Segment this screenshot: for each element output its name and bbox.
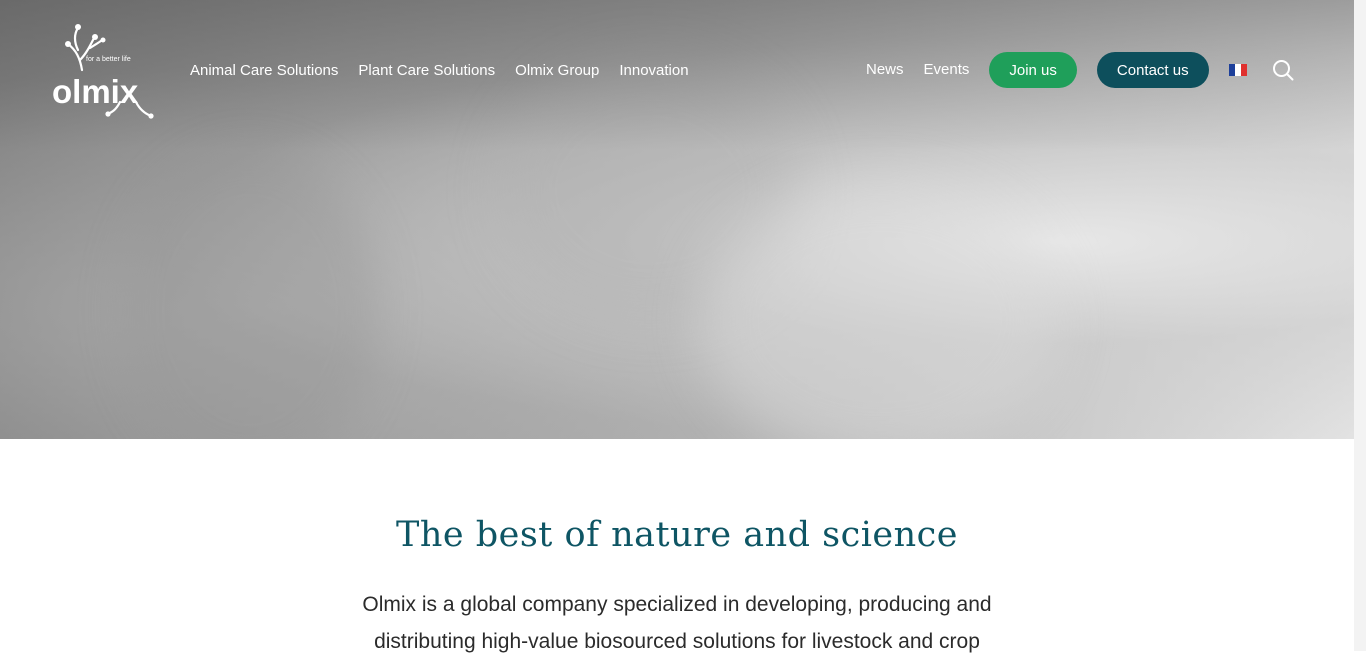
nav-innovation[interactable]: Innovation <box>619 60 688 82</box>
intro-paragraph: Olmix is a global company specialized in… <box>362 593 992 653</box>
page-scrollbar[interactable] <box>1354 0 1366 651</box>
nav-events[interactable]: Events <box>924 59 970 81</box>
join-us-button[interactable]: Join us <box>989 52 1077 88</box>
flag-fr-icon[interactable] <box>1228 64 1247 76</box>
secondary-nav: News Events Join us Contact us <box>866 52 1294 88</box>
nav-news[interactable]: News <box>866 59 904 81</box>
nav-animal-care-solutions[interactable]: Animal Care Solutions <box>190 60 338 82</box>
hero-texture <box>700 180 1060 439</box>
contact-us-button[interactable]: Contact us <box>1096 52 1209 88</box>
hero-texture <box>120 150 380 439</box>
svg-text:for a better life: for a better life <box>86 56 131 63</box>
nav-plant-care-solutions[interactable]: Plant Care Solutions <box>358 60 495 82</box>
page-headline: The best of nature and science <box>396 515 958 555</box>
primary-nav: Animal Care Solutions Plant Care Solutio… <box>190 60 709 82</box>
logo-graphic: olmix for a better life <box>52 24 154 119</box>
svg-text:olmix: olmix <box>52 73 139 110</box>
olmix-logo[interactable]: olmix for a better life <box>50 20 154 120</box>
nav-olmix-group[interactable]: Olmix Group <box>515 60 599 82</box>
search-icon[interactable] <box>1272 59 1294 81</box>
